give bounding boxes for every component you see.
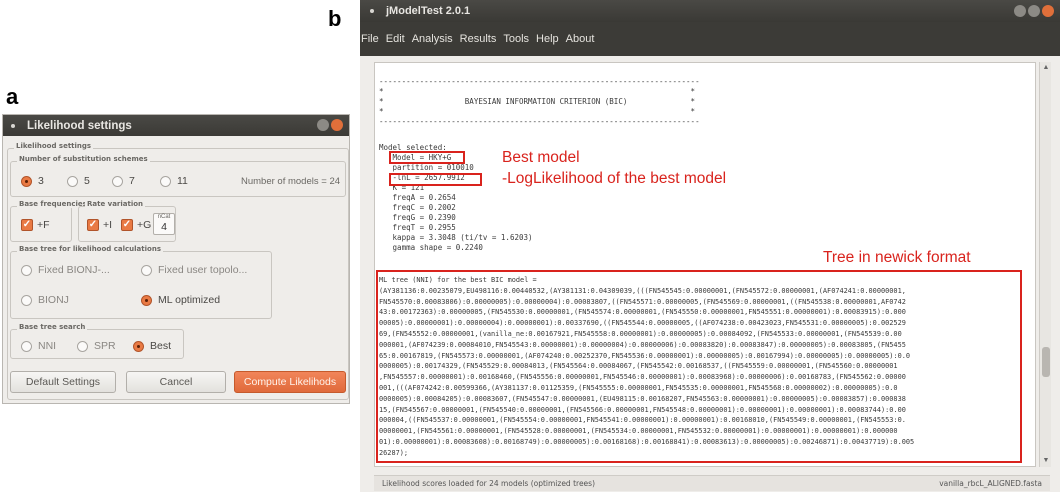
bic-header-line: * * <box>379 107 696 116</box>
bic-header-title: * BAYESIAN INFORMATION CRITERION (BIC) * <box>379 97 696 106</box>
fixed-user-topology-radio[interactable]: Fixed user topolo... <box>141 264 247 276</box>
status-message: Likelihood scores loaded for 24 models (… <box>382 479 596 488</box>
best-model-annotation: Best model <box>502 149 580 166</box>
base-frequencies-group: Base frequencies ✓ +F <box>10 200 89 242</box>
status-filename: vanilla_rbcL_ALIGNED.fasta <box>939 479 1042 488</box>
radio-selected-icon <box>21 175 32 187</box>
radio-icon <box>21 294 32 306</box>
ncat-field[interactable]: nCat 4 <box>153 213 175 235</box>
spr-radio[interactable]: SPR <box>77 340 116 352</box>
title-bar: Likelihood settings <box>3 115 349 136</box>
best-model-highlight <box>389 151 465 164</box>
window-controls <box>1014 5 1054 17</box>
loglik-annotation: -LogLikelihood of the best model <box>502 170 727 187</box>
menu-analysis[interactable]: Analysis <box>412 33 453 45</box>
ncat-value: 4 <box>161 221 167 233</box>
menu-edit[interactable]: Edit <box>386 33 405 45</box>
panel-label-b: b <box>328 6 342 31</box>
scheme-radio-3[interactable]: 3 <box>21 175 44 187</box>
default-settings-button[interactable]: Default Settings <box>10 371 116 393</box>
rate-variation-legend: Rate variation <box>85 200 146 208</box>
window-menu-icon[interactable] <box>11 123 15 128</box>
partition-line: partition = 010010 <box>379 163 474 172</box>
tree-annotation: Tree in newick format <box>823 249 971 266</box>
bic-header-top: ----------------------------------------… <box>379 77 700 86</box>
status-bar: Likelihood scores loaded for 24 models (… <box>374 475 1050 491</box>
window-title: Likelihood settings <box>27 119 132 132</box>
radio-icon <box>112 175 123 187</box>
substitution-schemes-legend: Number of substitution schemes <box>17 155 150 163</box>
ncat-label: nCat <box>157 214 171 220</box>
nni-radio[interactable]: NNI <box>21 340 56 352</box>
minimize-icon[interactable] <box>1014 5 1026 17</box>
freqt-line: freqT = 0.2955 <box>379 223 456 232</box>
rate-variation-group: Rate variation ✓ +I ✓ +G nCat 4 <box>78 200 176 242</box>
menu-help[interactable]: Help <box>536 33 559 45</box>
base-tree-legend: Base tree for likelihood calculations <box>17 245 163 253</box>
checkmark-icon: ✓ <box>87 219 99 231</box>
likelihood-settings-group: Likelihood settings Number of substituti… <box>7 142 349 400</box>
radio-icon <box>67 175 78 187</box>
best-radio[interactable]: Best <box>133 340 171 352</box>
tree-highlight <box>376 270 1022 463</box>
scheme-radio-5[interactable]: 5 <box>67 175 90 187</box>
freqc-line: freqC = 0.2002 <box>379 203 456 212</box>
radio-icon <box>21 340 32 352</box>
window-title: jModelTest 2.0.1 <box>386 5 471 17</box>
tree-search-group: Base tree search NNI SPR Best <box>10 323 184 359</box>
kappa-line: kappa = 3.3048 (ti/tv = 1.6203) <box>379 233 533 242</box>
close-icon[interactable] <box>1042 5 1054 17</box>
substitution-schemes-group: Number of substitution schemes 3 5 7 11 … <box>10 155 346 197</box>
title-bar: jModelTest 2.0.1 <box>360 0 1060 22</box>
checkmark-icon: ✓ <box>121 219 133 231</box>
freqa-line: freqA = 0.2654 <box>379 193 456 202</box>
radio-selected-icon <box>133 340 144 352</box>
radio-icon <box>77 340 88 352</box>
gamma-line: gamma shape = 0.2240 <box>379 243 483 252</box>
freq-checkbox[interactable]: ✓ +F <box>21 219 50 231</box>
menu-results[interactable]: Results <box>460 33 497 45</box>
ml-optimized-radio[interactable]: ML optimized <box>141 294 220 306</box>
scroll-up-icon[interactable]: ▲ <box>1042 64 1050 72</box>
tree-search-legend: Base tree search <box>17 323 88 331</box>
menu-about[interactable]: About <box>566 33 595 45</box>
radio-icon <box>160 175 171 187</box>
bionj-radio[interactable]: BIONJ <box>21 294 69 306</box>
window-controls <box>317 119 343 131</box>
bic-header-line: * * <box>379 87 696 96</box>
menu-file[interactable]: File <box>361 33 379 45</box>
freqg-line: freqG = 0.2390 <box>379 213 456 222</box>
close-icon[interactable] <box>331 119 343 131</box>
gamma-checkbox[interactable]: ✓ +G <box>121 219 151 231</box>
window-menu-icon[interactable] <box>370 9 374 13</box>
invariant-checkbox[interactable]: ✓ +I <box>87 219 112 231</box>
checkmark-icon: ✓ <box>21 219 33 231</box>
jmodeltest-window: jModelTest 2.0.1 File Edit Analysis Resu… <box>360 0 1060 492</box>
cancel-button[interactable]: Cancel <box>126 371 226 393</box>
compute-likelihoods-button[interactable]: Compute Likelihods <box>234 371 346 393</box>
radio-icon <box>21 264 32 276</box>
menu-bar: File Edit Analysis Results Tools Help Ab… <box>360 22 1060 56</box>
maximize-icon[interactable] <box>1028 5 1040 17</box>
minimize-icon[interactable] <box>317 119 329 131</box>
base-tree-group: Base tree for likelihood calculations Fi… <box>10 245 272 319</box>
scheme-radio-11[interactable]: 11 <box>160 175 188 187</box>
panel-label-a: a <box>6 84 19 109</box>
group-title: Likelihood settings <box>14 142 94 150</box>
vertical-scrollbar[interactable]: ▲ ▼ <box>1039 62 1051 467</box>
bic-header-bottom: ----------------------------------------… <box>379 117 700 126</box>
radio-icon <box>141 264 152 276</box>
scroll-down-icon[interactable]: ▼ <box>1042 457 1050 465</box>
likelihood-settings-window: Likelihood settings Likelihood settings … <box>2 114 350 404</box>
scheme-radio-7[interactable]: 7 <box>112 175 135 187</box>
number-of-models: Number of models = 24 <box>241 176 341 187</box>
menu-tools[interactable]: Tools <box>503 33 529 45</box>
loglik-highlight <box>389 173 482 186</box>
scrollbar-thumb[interactable] <box>1042 347 1050 377</box>
fixed-bionj-radio[interactable]: Fixed BIONJ-... <box>21 264 110 276</box>
radio-selected-icon <box>141 294 152 306</box>
